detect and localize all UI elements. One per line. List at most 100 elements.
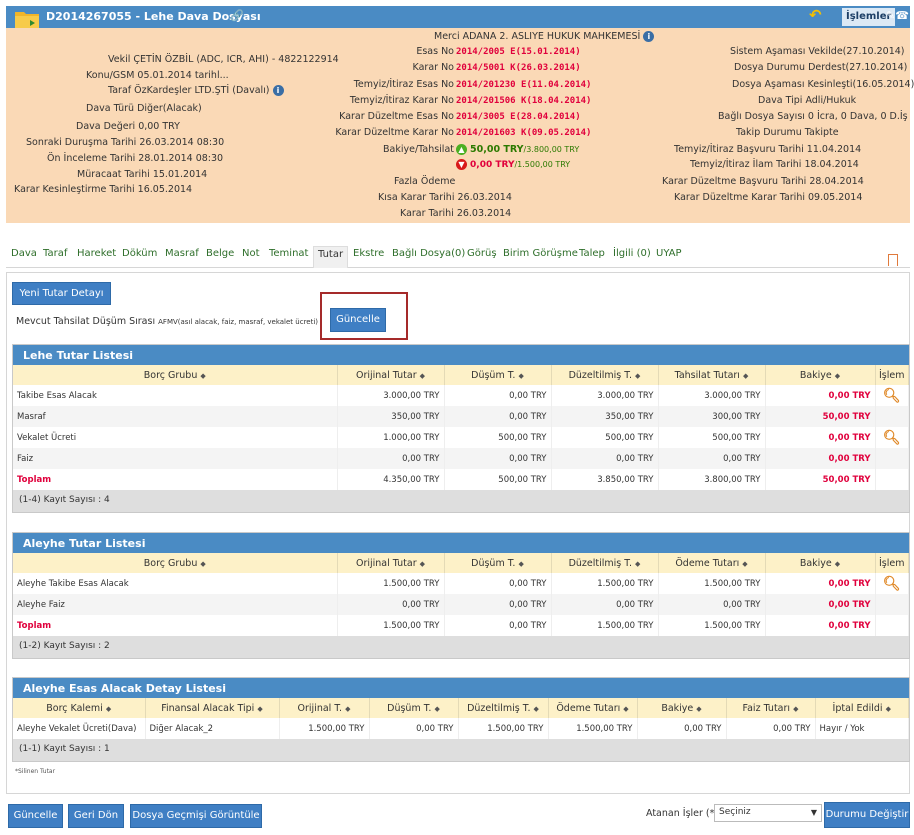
table-cell: 3.800,00 TRY [658, 469, 766, 490]
karar-kesinlestirme-row: Karar Kesinleştirme Tarihi 16.05.2014 [14, 184, 193, 195]
tab-not[interactable]: Not [242, 248, 260, 259]
column-header[interactable]: Bakiye ◆ [765, 365, 876, 385]
column-header: İşlem [875, 365, 909, 385]
title-bar: D2014267055 - Lehe Dava Dosyası 🔗 ↶ İşle… [6, 6, 910, 28]
table-cell: 3.000,00 TRY [337, 385, 445, 406]
kisa-karar-row: Kısa Karar Tarihi 26.03.2014 [378, 192, 512, 203]
tab-belge[interactable]: Belge [206, 248, 234, 259]
column-header[interactable]: Düzeltilmiş T. ◆ [458, 698, 549, 718]
record-count: (1-2) Kayıt Sayısı : 2 [13, 636, 909, 658]
table-cell: Hayır / Yok [815, 718, 909, 739]
tab-birim-gorusme[interactable]: Birim Görüşme [503, 248, 578, 259]
table-cell: 0,00 TRY [726, 718, 816, 739]
bookmark-icon[interactable] [888, 254, 898, 266]
table-cell: 0,00 TRY [765, 427, 876, 448]
column-header[interactable]: Borç Grubu ◆ [13, 365, 338, 385]
tab-taraf[interactable]: Taraf [43, 248, 67, 259]
karar-tarihi-row: Karar Tarihi 26.03.2014 [400, 208, 512, 219]
search-icon[interactable]: 🔍︎ [883, 576, 901, 592]
dava-tipi-row: Dava Tipi Adli/Hukuk [758, 95, 857, 106]
select-value: Seçiniz [719, 807, 751, 817]
table-cell: 4.350,00 TRY [337, 469, 445, 490]
vekil-row: Vekil ÇETİN ÖZBİL (ADC, ICR, AHI) - 4822… [108, 54, 339, 65]
column-header[interactable]: Ödeme Tutarı ◆ [548, 698, 638, 718]
tab-dava[interactable]: Dava [11, 248, 37, 259]
table-cell: 0,00 TRY [444, 406, 552, 427]
column-header[interactable]: Ödeme Tutarı ◆ [658, 553, 766, 573]
column-header[interactable]: Orijinal T. ◆ [279, 698, 370, 718]
tab-masraf[interactable]: Masraf [165, 248, 199, 259]
temyiz-basvuru-row: Temyiz/İtiraz Başvuru Tarihi 11.04.2014 [674, 144, 862, 155]
tab-bagli-dosya[interactable]: Bağlı Dosya(0) [392, 248, 465, 259]
silinen-tutar-note: *Silinen Tutar [15, 768, 56, 775]
guncelle-button[interactable]: Güncelle [8, 804, 63, 828]
undo-arrow-icon[interactable]: ↶ [809, 6, 822, 24]
tab-gorus[interactable]: Görüş [467, 248, 497, 259]
table-cell: 1.500,00 TRY [279, 718, 370, 739]
tab-dokum[interactable]: Döküm [122, 248, 157, 259]
dosya-gecmisi-button[interactable]: Dosya Geçmişi Görüntüle [130, 804, 262, 828]
column-header[interactable]: Orijinal Tutar ◆ [337, 553, 445, 573]
column-header[interactable]: Düzeltilmiş T. ◆ [551, 365, 659, 385]
table-header-row: Borç Grubu ◆ Orijinal Tutar ◆ Düşüm T. ◆… [13, 365, 909, 385]
search-icon[interactable]: 🔍︎ [883, 388, 901, 404]
case-info-panel: Merci ADANA 2. ASLIYE HUKUK MAHKEMESİ i … [6, 28, 914, 223]
table-cell: 350,00 TRY [337, 406, 445, 427]
info-icon[interactable]: i [643, 31, 655, 42]
guncelle-siralama-button[interactable]: Güncelle [330, 308, 386, 332]
tab-teminat[interactable]: Teminat [269, 248, 308, 259]
atanan-isler-select[interactable]: Seçiniz ▼ [714, 804, 822, 822]
column-header[interactable]: Düşüm T. ◆ [444, 553, 552, 573]
column-header[interactable]: Faiz Tutarı ◆ [726, 698, 816, 718]
fazla-odeme-row: Fazla Ödeme [394, 176, 456, 187]
column-header[interactable]: Tahsilat Tutarı ◆ [658, 365, 766, 385]
taraf-row: Taraf ÖzKardeşler LTD.ŞTİ (Davalı) i [108, 85, 284, 97]
column-header[interactable]: Düşüm T. ◆ [369, 698, 459, 718]
tab-ilgili[interactable]: İlgili (0) [613, 248, 651, 259]
record-count: (1-1) Kayıt Sayısı : 1 [13, 739, 909, 761]
table-cell: 0,00 TRY [369, 718, 459, 739]
table-cell: 1.500,00 TRY [658, 573, 766, 594]
aleyhe-detay-table: Borç Kalemi ◆ Finansal Alacak Tipi ◆ Ori… [13, 698, 909, 739]
table-cell: Diğer Alacak_2 [145, 718, 280, 739]
search-icon[interactable]: 🔍︎ [883, 430, 901, 446]
record-count: (1-4) Kayıt Sayısı : 4 [13, 490, 909, 512]
column-header[interactable]: Düşüm T. ◆ [444, 365, 552, 385]
geri-don-button[interactable]: Geri Dön [68, 804, 124, 828]
table-cell: 500,00 TRY [551, 427, 659, 448]
column-header[interactable]: Finansal Alacak Tipi ◆ [145, 698, 280, 718]
aleyhe-tutar-panel: Aleyhe Tutar Listesi Borç Grubu ◆ Orijin… [12, 532, 910, 659]
table-cell: 0,00 TRY [551, 594, 659, 615]
column-header[interactable]: İptal Edildi ◆ [815, 698, 909, 718]
info-icon[interactable]: i [272, 85, 284, 96]
column-header[interactable]: Bakiye ◆ [637, 698, 727, 718]
column-header[interactable]: Borç Grubu ◆ [13, 553, 338, 573]
table-header-row: Borç Grubu ◆ Orijinal Tutar ◆ Düşüm T. ◆… [13, 553, 909, 573]
yeni-tutar-detayi-button[interactable]: Yeni Tutar Detayı [12, 282, 111, 305]
edit-icon[interactable]: ✎☎ [886, 9, 909, 22]
durumu-degistir-button[interactable]: Durumu Değiştir [824, 802, 910, 828]
table-cell: 1.500,00 TRY [658, 615, 766, 636]
sistem-row: Sistem Aşaması Vekilde(27.10.2014) [730, 46, 905, 57]
tab-talep[interactable]: Talep [579, 248, 605, 259]
column-header[interactable]: Bakiye ◆ [765, 553, 876, 573]
tab-uyap[interactable]: UYAP [656, 248, 682, 259]
column-header[interactable]: Borç Kalemi ◆ [13, 698, 146, 718]
link-icon[interactable]: 🔗 [230, 9, 244, 22]
table-cell: 0,00 TRY [765, 615, 876, 636]
column-header[interactable]: Orijinal Tutar ◆ [337, 365, 445, 385]
column-header[interactable]: Düzeltilmiş T. ◆ [551, 553, 659, 573]
table-cell: 0,00 TRY [658, 448, 766, 469]
tab-tutar[interactable]: Tutar [313, 246, 349, 268]
table-cell: 300,00 TRY [658, 406, 766, 427]
table-cell: 1.500,00 TRY [337, 615, 445, 636]
tab-hareket[interactable]: Hareket [77, 248, 116, 259]
aleyhe-panel-title: Aleyhe Tutar Listesi [13, 533, 909, 553]
tab-ekstre[interactable]: Ekstre [353, 248, 384, 259]
table-cell: 50,00 TRY [765, 469, 876, 490]
table-cell: 0,00 TRY [444, 573, 552, 594]
table-cell: Aleyhe Takibe Esas Alacak [13, 573, 338, 594]
detay-panel-title: Aleyhe Esas Alacak Detay Listesi [13, 678, 909, 698]
kd-karar-tarihi-row: Karar Düzeltme Karar Tarihi 09.05.2014 [674, 192, 863, 203]
table-header-row: Borç Kalemi ◆ Finansal Alacak Tipi ◆ Ori… [13, 698, 909, 718]
